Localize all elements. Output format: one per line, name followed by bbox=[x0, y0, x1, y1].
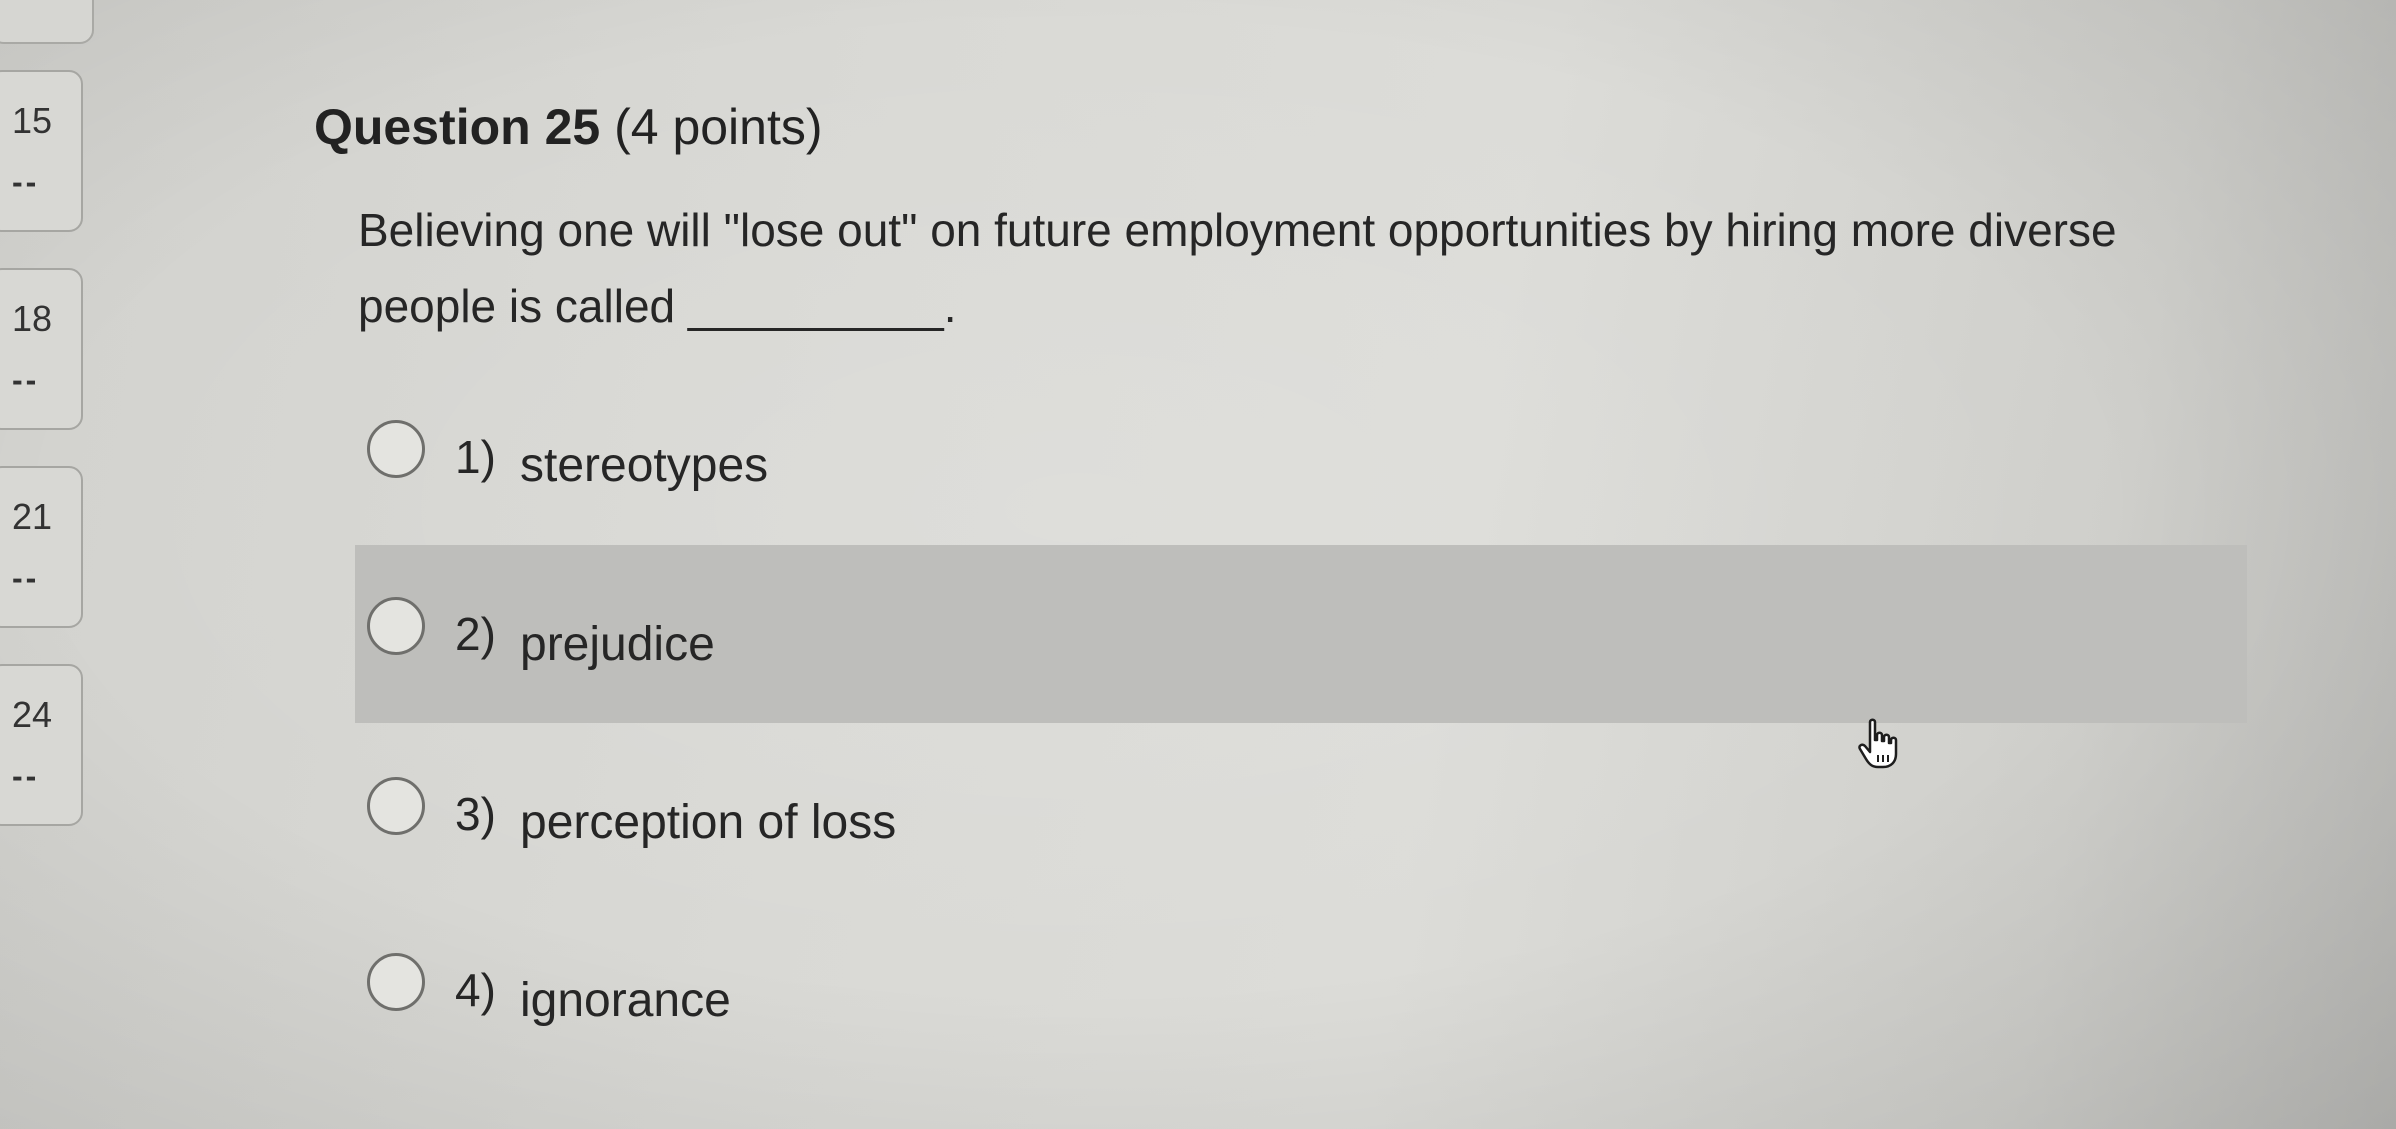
nav-item-number: 21 bbox=[12, 496, 53, 537]
nav-item-status: -- bbox=[12, 164, 40, 200]
nav-item-partial[interactable] bbox=[0, 0, 94, 44]
nav-item-status: -- bbox=[12, 758, 40, 794]
option-number: 4) bbox=[455, 964, 496, 1016]
question-points: (4 points) bbox=[614, 99, 823, 155]
option-number: 3) bbox=[455, 788, 496, 840]
option-number: 1) bbox=[455, 431, 496, 483]
nav-item-status: -- bbox=[12, 560, 40, 596]
radio-button[interactable] bbox=[367, 420, 425, 478]
nav-item-21[interactable]: 21 -- bbox=[0, 466, 83, 628]
question-text: Believing one will "lose out" on future … bbox=[358, 204, 2117, 332]
nav-item-number: 18 bbox=[12, 298, 53, 339]
option-number: 2) bbox=[455, 608, 496, 660]
radio-button[interactable] bbox=[367, 953, 425, 1011]
option-2[interactable]: 2) prejudice bbox=[355, 545, 2247, 723]
question-navigator: 15 -- 18 -- 21 -- 24 -- bbox=[0, 0, 94, 1129]
option-label[interactable]: prejudice bbox=[520, 617, 715, 672]
question-title: Question 25 (4 points) bbox=[314, 98, 823, 156]
option-label[interactable]: perception of loss bbox=[520, 795, 896, 850]
option-4[interactable]: 4) ignorance bbox=[355, 905, 2247, 1083]
nav-item-15[interactable]: 15 -- bbox=[0, 70, 83, 232]
nav-item-24[interactable]: 24 -- bbox=[0, 664, 83, 826]
radio-button[interactable] bbox=[367, 777, 425, 835]
nav-item-number: 15 bbox=[12, 100, 53, 141]
option-3[interactable]: 3) perception of loss bbox=[355, 725, 2247, 903]
nav-item-18[interactable]: 18 -- bbox=[0, 268, 83, 430]
option-label[interactable]: stereotypes bbox=[520, 438, 768, 493]
nav-item-number: 24 bbox=[12, 694, 53, 735]
nav-item-status: -- bbox=[12, 362, 40, 398]
question-number: Question 25 bbox=[314, 99, 601, 155]
hand-pointer-icon bbox=[1858, 718, 1898, 769]
radio-button[interactable] bbox=[367, 597, 425, 655]
option-label[interactable]: ignorance bbox=[520, 973, 731, 1028]
